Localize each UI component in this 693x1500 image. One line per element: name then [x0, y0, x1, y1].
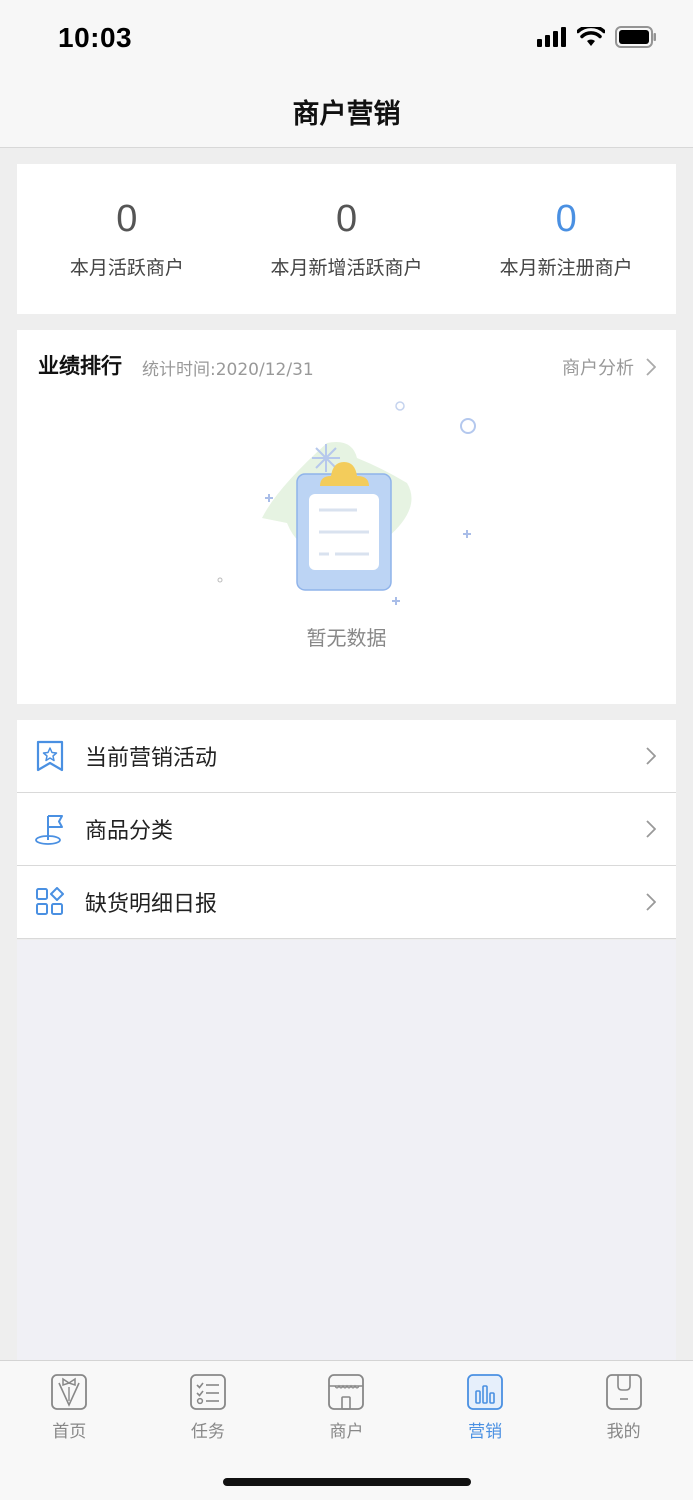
stat-label: 本月活跃商户 — [69, 257, 184, 279]
merchant-analysis-label: 商户分析 — [562, 358, 634, 379]
merchant-analysis-link[interactable]: 商户分析 — [562, 354, 656, 380]
stat-label: 本月新增活跃商户 — [270, 257, 423, 279]
menu-item-label: 商品分类 — [85, 819, 174, 844]
battery-icon — [615, 26, 656, 48]
empty-state-text: 暂无数据 — [306, 626, 387, 650]
tab-merchants[interactable]: 商户 — [277, 1361, 416, 1451]
stat-label: 本月新注册商户 — [499, 257, 633, 279]
task-list-icon — [189, 1374, 226, 1410]
status-bar: 10:03 — [0, 0, 693, 76]
stat-value: 0 — [555, 198, 577, 240]
tab-profile[interactable]: 我的 — [554, 1361, 693, 1451]
tab-label: 任务 — [190, 1422, 225, 1442]
tab-label: 首页 — [52, 1422, 87, 1442]
stat-new-registered-merchants[interactable]: 0 本月新注册商户 — [456, 164, 676, 314]
profile-icon — [605, 1374, 642, 1410]
tab-marketing[interactable]: 营销 — [416, 1361, 555, 1451]
store-icon — [328, 1374, 365, 1410]
tab-label: 商户 — [329, 1422, 364, 1442]
ranking-title: 业绩排行 — [38, 354, 122, 378]
stat-value: 0 — [335, 198, 358, 240]
menu-item-stockout-daily-report[interactable]: 缺货明细日报 — [17, 866, 676, 939]
home-indicator[interactable] — [223, 1478, 471, 1486]
tab-home[interactable]: 首页 — [0, 1361, 139, 1451]
status-time: 10:03 — [58, 22, 133, 53]
home-icon — [51, 1374, 88, 1410]
tab-bar: 首页 任务 商户 营销 我的 — [0, 1360, 693, 1500]
tab-tasks[interactable]: 任务 — [139, 1361, 278, 1451]
wifi-icon — [577, 27, 605, 46]
menu-list: 当前营销活动 商品分类 缺货明细日报 — [17, 720, 676, 939]
menu-item-label: 缺货明细日报 — [85, 892, 218, 917]
nav-bar: 商户营销 — [0, 76, 693, 148]
stat-active-merchants[interactable]: 0 本月活跃商户 — [17, 164, 237, 314]
menu-item-label: 当前营销活动 — [85, 746, 218, 771]
stats-card: 0 本月活跃商户 0 本月新增活跃商户 0 本月新注册商户 — [17, 164, 676, 314]
menu-item-product-categories[interactable]: 商品分类 — [17, 793, 676, 866]
chevron-right-icon — [646, 893, 656, 911]
bookmark-star-icon — [35, 740, 65, 772]
chevron-right-icon — [646, 358, 656, 376]
tab-label: 我的 — [606, 1422, 641, 1442]
tab-label: 营销 — [468, 1422, 503, 1442]
chevron-right-icon — [646, 747, 656, 765]
ranking-time: 统计时间:2020/12/31 — [142, 360, 314, 380]
cellular-signal-icon — [537, 27, 566, 47]
empty-clipboard-illustration — [217, 401, 476, 605]
bar-chart-icon — [467, 1374, 503, 1410]
stat-new-active-merchants[interactable]: 0 本月新增活跃商户 — [237, 164, 457, 314]
stat-value: 0 — [116, 198, 138, 240]
menu-item-current-campaigns[interactable]: 当前营销活动 — [17, 720, 676, 793]
content-background — [17, 940, 676, 1360]
flag-icon — [35, 813, 65, 845]
ranking-card: 业绩排行 统计时间:2020/12/31 商户分析 暂无数据 — [17, 330, 676, 704]
page-title: 商户营销 — [292, 99, 401, 130]
grid-icon — [35, 886, 65, 918]
chevron-right-icon — [646, 820, 656, 838]
status-icons — [537, 26, 657, 48]
